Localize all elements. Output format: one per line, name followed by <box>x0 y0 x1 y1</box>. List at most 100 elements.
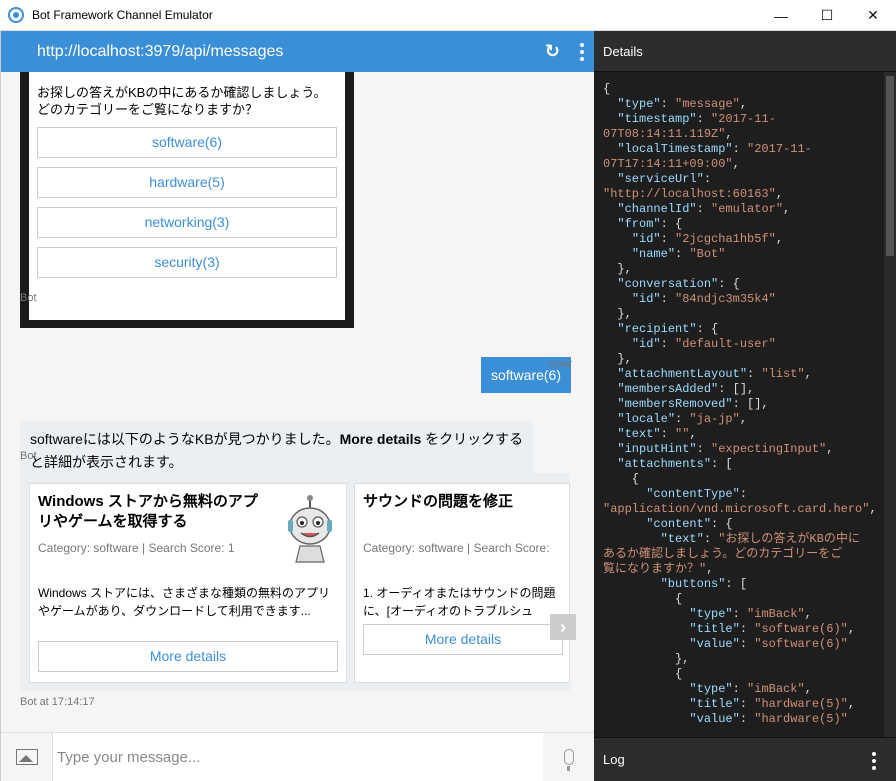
bot-avatar-icon <box>288 495 332 563</box>
card-body: Windows ストアには、さまざまな種類の無料のアプリやゲームがあり、ダウンロ… <box>38 586 331 618</box>
bot-message-text: softwareには以下のようなKBが見つかりました。 <box>30 431 340 447</box>
carousel-next-button[interactable]: › <box>550 614 576 640</box>
scrollbar-thumb[interactable] <box>886 76 894 256</box>
message-input[interactable] <box>53 732 543 781</box>
json-line: }, <box>603 262 632 276</box>
hero-card-text: お探しの答えがKBの中にあるか確認しましょう。 どのカテゴリーをご覧になりますか… <box>37 84 337 118</box>
json-line: 覧になりますか？", <box>603 562 714 576</box>
hero-card-content: お探しの答えがKBの中にあるか確認しましょう。 どのカテゴリーをご覧になりますか… <box>29 72 345 320</box>
log-header[interactable]: Log <box>594 737 896 781</box>
json-line: }, <box>603 307 632 321</box>
details-pane: Details { "type": "message", "timestamp"… <box>594 31 896 781</box>
sender-label: Bot <box>20 450 37 462</box>
app-logo-icon <box>8 7 24 23</box>
json-line: }, <box>603 652 690 666</box>
json-line: "conversation": { <box>617 277 740 291</box>
upload-image-button[interactable] <box>1 732 53 781</box>
json-line: "type": "message", <box>617 97 748 111</box>
json-line: "localTimestamp": "2017-11- <box>617 142 812 156</box>
json-inspector[interactable]: { "type": "message", "timestamp": "2017-… <box>594 72 884 737</box>
category-button-networking[interactable]: networking(3) <box>37 207 337 238</box>
json-line: "buttons": [ <box>660 577 748 591</box>
more-options-icon[interactable] <box>580 42 584 61</box>
chat-history[interactable]: お探しの答えがKBの中にあるか確認しましょう。 どのカテゴリーをご覧になりますか… <box>1 72 595 764</box>
endpoint-url[interactable]: http://localhost:3979/api/messages <box>37 43 283 61</box>
json-line: "attachments": [ <box>617 457 733 471</box>
details-header: Details <box>594 31 896 72</box>
category-button-hardware[interactable]: hardware(5) <box>37 167 337 198</box>
json-line: "content": { <box>646 517 733 531</box>
json-line: "id": "2jcgcha1hb5f", <box>631 232 784 246</box>
json-line: { <box>603 472 640 486</box>
card-body-line-1: 1. オーディオまたはサウンドの問題 <box>363 586 556 600</box>
json-line: "application/vnd.microsoft.card.hero", <box>603 502 877 516</box>
chat-header: http://localhost:3979/api/messages ↻ <box>1 31 594 72</box>
json-line: }, <box>603 352 632 366</box>
json-scrollbar[interactable] <box>884 72 896 737</box>
json-line: "timestamp": "2017-11- <box>617 112 776 126</box>
json-line: "attachmentLayout": "list", <box>617 367 812 381</box>
json-line: "http://localhost:60163", <box>603 187 784 201</box>
minimize-button[interactable]: — <box>758 0 804 31</box>
json-line: "id": "default-user" <box>631 337 776 351</box>
json-line: 07T08:14:11.119Z", <box>603 127 733 141</box>
json-line: "title": "hardware(5)", <box>689 697 856 711</box>
json-line: "name": "Bot" <box>631 247 726 261</box>
json-line: "serviceUrl": <box>617 172 712 186</box>
json-line: 07T17:14:11+09:00", <box>603 157 740 171</box>
microphone-icon <box>564 749 574 771</box>
card-body: 1. オーディオまたはサウンドの問題 に、[オーディオのトラブルシュ <box>363 584 570 620</box>
json-line: あるか確認しましょう。どのカテゴリーをご <box>603 547 843 561</box>
json-line: { <box>603 82 611 96</box>
message-input-bar <box>1 732 595 781</box>
more-details-button[interactable]: More details <box>38 641 338 672</box>
json-line: "recipient": { <box>617 322 719 336</box>
more-details-button[interactable]: More details <box>363 624 563 655</box>
log-title: Log <box>603 752 625 767</box>
bot-message-bold: More details <box>339 431 422 447</box>
hero-card: お探しの答えがKBの中にあるか確認しましょう。 どのカテゴリーをご覧になりますか… <box>20 72 354 328</box>
sender-label: Bot <box>20 292 37 304</box>
json-line: "membersRemoved": [], <box>617 397 769 411</box>
header-actions: ↻ <box>545 31 584 72</box>
json-line: { <box>603 667 683 681</box>
json-line: "from": { <box>617 217 683 231</box>
card-title: Windows ストアから無料のアプリやゲームを取得する <box>38 493 258 530</box>
window-controls: — ☐ ✕ <box>758 0 896 31</box>
json-line: "type": "imBack", <box>689 607 812 621</box>
image-icon <box>15 749 38 765</box>
timestamp-label: Bot at 17:14:17 <box>20 696 95 708</box>
card-carousel: Windows ストアから無料のアプリやゲームを取得する Category: s… <box>20 473 570 691</box>
hero-text-line-2: どのカテゴリーをご覧になりますか？ <box>37 102 259 117</box>
sender-label: User <box>549 358 573 370</box>
json-line: "contentType": <box>646 487 748 501</box>
carousel-card[interactable]: サウンドの問題を修正 Category: software | Search S… <box>354 483 570 683</box>
card-body-line-2: に、[オーディオのトラブルシュ <box>363 604 534 618</box>
json-line: "locale": "ja-jp", <box>617 412 748 426</box>
json-line: "text": "お探しの答えがKBの中に <box>660 532 860 546</box>
close-button[interactable]: ✕ <box>850 0 896 31</box>
refresh-icon[interactable]: ↻ <box>545 41 560 62</box>
chat-pane: http://localhost:3979/api/messages ↻ お探し… <box>0 31 595 781</box>
category-button-security[interactable]: security(3) <box>37 247 337 278</box>
card-title: サウンドの問題を修正 <box>363 493 514 510</box>
json-line: "value": "software(6)" <box>689 637 848 651</box>
window-title: Bot Framework Channel Emulator <box>32 8 213 22</box>
json-line: "inputHint": "expectingInput", <box>617 442 834 456</box>
json-line: "type": "imBack", <box>689 682 812 696</box>
title-bar: Bot Framework Channel Emulator — ☐ ✕ <box>0 0 896 31</box>
log-more-options-icon[interactable] <box>872 752 876 770</box>
json-line: "id": "84ndjc3m35k4" <box>631 292 776 306</box>
maximize-button[interactable]: ☐ <box>804 0 850 31</box>
json-line: "membersAdded": [], <box>617 382 755 396</box>
hero-text-line-1: お探しの答えがKBの中にあるか確認しましょう。 <box>37 85 327 100</box>
card-subtitle: Category: software | Search Score: <box>363 541 550 555</box>
category-button-software[interactable]: software(6) <box>37 127 337 158</box>
card-subtitle: Category: software | Search Score: 1 <box>38 541 235 555</box>
json-line: "value": "hardware(5)" <box>689 712 848 726</box>
microphone-button[interactable] <box>543 732 595 781</box>
json-line: "title": "software(6)", <box>689 622 856 636</box>
json-line: "channelId": "emulator", <box>617 202 791 216</box>
carousel-card[interactable]: Windows ストアから無料のアプリやゲームを取得する Category: s… <box>29 483 347 683</box>
json-line: { <box>603 592 683 606</box>
